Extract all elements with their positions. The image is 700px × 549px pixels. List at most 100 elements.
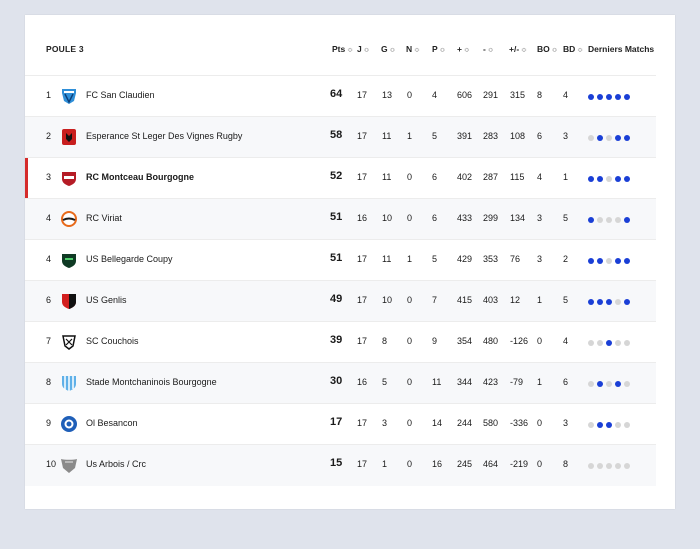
stat-g: 11 <box>382 131 392 141</box>
team-name[interactable]: Stade Montchaninois Bourgogne <box>86 377 217 387</box>
stat-g: 13 <box>382 90 393 100</box>
stat-j: 16 <box>357 213 368 223</box>
form-dot <box>588 422 594 428</box>
form-dot <box>597 135 603 141</box>
stat-g: 8 <box>382 336 388 346</box>
stat-minus: 403 <box>483 295 499 305</box>
sort-icon[interactable]: ≎ <box>347 47 353 54</box>
rank: 9 <box>46 418 52 428</box>
column-header-diff[interactable]: +/- ≎ <box>509 44 527 54</box>
stat-plus: 429 <box>457 254 473 264</box>
form-dot <box>597 299 603 305</box>
team-name[interactable]: US Bellegarde Coupy <box>86 254 173 264</box>
stat-diff: 108 <box>510 131 526 141</box>
team-name[interactable]: Esperance St Leger Des Vignes Rugby <box>86 131 242 141</box>
team-name[interactable]: Ol Besancon <box>86 418 138 428</box>
table-row[interactable]: 8 Stade Montchaninois Bourgogne 30 16 5 0 11 34… <box>25 362 656 404</box>
table-row[interactable]: 4 RC Viriat 51 16 10 0 6 433 299 134 3 5 <box>25 198 656 240</box>
sort-icon[interactable]: ≎ <box>464 47 470 54</box>
team-name[interactable]: SC Couchois <box>86 336 139 346</box>
sort-icon[interactable]: ≎ <box>390 47 396 54</box>
form-dot <box>615 299 621 305</box>
black-crest-icon <box>59 332 79 352</box>
stat-n: 0 <box>407 377 413 387</box>
stat-bo: 1 <box>537 295 543 305</box>
form-dot <box>588 258 594 264</box>
sort-icon[interactable]: ≎ <box>552 47 558 54</box>
stat-minus: 287 <box>483 172 499 182</box>
stat-bd: 3 <box>563 418 569 428</box>
column-header-plus[interactable]: + ≎ <box>457 44 470 54</box>
form-dot <box>615 381 621 387</box>
stat-minus: 580 <box>483 418 499 428</box>
stat-n: 1 <box>407 254 413 264</box>
table-row[interactable]: 4 US Bellegarde Coupy 51 17 11 1 5 429 353 76 3 2 <box>25 239 656 281</box>
grey-shield-icon <box>59 455 79 475</box>
stat-minus: 464 <box>483 459 499 469</box>
stat-minus: 423 <box>483 377 499 387</box>
form-dot <box>588 463 594 469</box>
column-header-bo[interactable]: BO ≎ <box>537 44 558 54</box>
column-header-pts[interactable]: Pts ≎ <box>332 44 353 54</box>
team-name[interactable]: FC San Claudien <box>86 90 155 100</box>
table-row[interactable]: 2 Esperance St Leger Des Vignes Rugby 58 17… <box>25 116 656 158</box>
sort-icon[interactable]: ≎ <box>577 47 583 54</box>
recent-form <box>588 340 630 346</box>
column-header-g[interactable]: G ≎ <box>381 44 396 54</box>
stat-plus: 391 <box>457 131 473 141</box>
red-shield-icon <box>59 168 79 188</box>
table-row[interactable]: 10 Us Arbois / Crc 15 17 1 0 16 245 464 -219 0 8 <box>25 444 656 486</box>
team-name[interactable]: US Genlis <box>86 295 127 305</box>
team-name[interactable]: RC Montceau Bourgogne <box>86 172 194 182</box>
sort-icon[interactable]: ≎ <box>440 47 446 54</box>
stat-p: 14 <box>432 418 443 428</box>
rank: 6 <box>46 295 52 305</box>
table-row[interactable]: 1 FC San Claudien 64 17 13 0 4 606 291 315 8 4 <box>25 75 656 117</box>
stat-bo: 0 <box>537 459 543 469</box>
stat-bo: 3 <box>537 254 543 264</box>
standings-header: POULE 3 Pts ≎ J ≎ G ≎ N ≎ P ≎ + ≎ - ≎ +/- ≎ BO ≎ BD ≎ Dernie… <box>25 15 675 75</box>
column-header-j[interactable]: J ≎ <box>357 44 370 54</box>
stat-bo: 6 <box>537 131 543 141</box>
column-header-p[interactable]: P ≎ <box>432 44 446 54</box>
team-name[interactable]: RC Viriat <box>86 213 122 223</box>
sort-icon[interactable]: ≎ <box>364 47 370 54</box>
team-name[interactable]: Us Arbois / Crc <box>86 459 146 469</box>
stat-bd: 4 <box>563 336 569 346</box>
stat-pts: 51 <box>330 252 343 264</box>
column-label: +/- <box>509 44 520 54</box>
column-header-n[interactable]: N ≎ <box>406 44 420 54</box>
column-label: J <box>357 44 362 54</box>
rank: 4 <box>46 254 52 264</box>
stat-j: 17 <box>357 459 368 469</box>
stat-n: 0 <box>407 172 413 182</box>
sort-icon[interactable]: ≎ <box>488 47 494 54</box>
table-row[interactable]: 9 Ol Besancon 17 17 3 0 14 244 580 -336 0 3 <box>25 403 656 445</box>
recent-form <box>588 258 630 264</box>
form-dot <box>588 299 594 305</box>
form-dot <box>624 94 630 100</box>
form-dot <box>606 94 612 100</box>
stat-diff: 315 <box>510 90 526 100</box>
column-header-bd[interactable]: BD ≎ <box>563 44 583 54</box>
blue-round-icon <box>59 414 79 434</box>
stat-pts: 17 <box>330 416 343 428</box>
sort-icon[interactable]: ≎ <box>414 47 420 54</box>
column-header-minus[interactable]: - ≎ <box>483 44 494 54</box>
form-dot <box>606 422 612 428</box>
stat-p: 7 <box>432 295 438 305</box>
form-dot <box>624 463 630 469</box>
stat-g: 10 <box>382 295 393 305</box>
stat-plus: 415 <box>457 295 473 305</box>
table-row[interactable]: 3 RC Montceau Bourgogne 52 17 11 0 6 402 287 115 4… <box>25 157 656 199</box>
rank: 1 <box>46 90 52 100</box>
sort-icon[interactable]: ≎ <box>521 47 527 54</box>
rank: 3 <box>46 172 52 182</box>
table-row[interactable]: 7 SC Couchois 39 17 8 0 9 354 480 -126 0 4 <box>25 321 656 363</box>
form-dot <box>588 176 594 182</box>
form-dot <box>606 217 612 223</box>
stat-g: 11 <box>382 172 392 182</box>
table-row[interactable]: 6 US Genlis 49 17 10 0 7 415 403 12 1 5 <box>25 280 656 322</box>
stat-j: 17 <box>357 254 368 264</box>
stat-pts: 64 <box>330 88 343 100</box>
